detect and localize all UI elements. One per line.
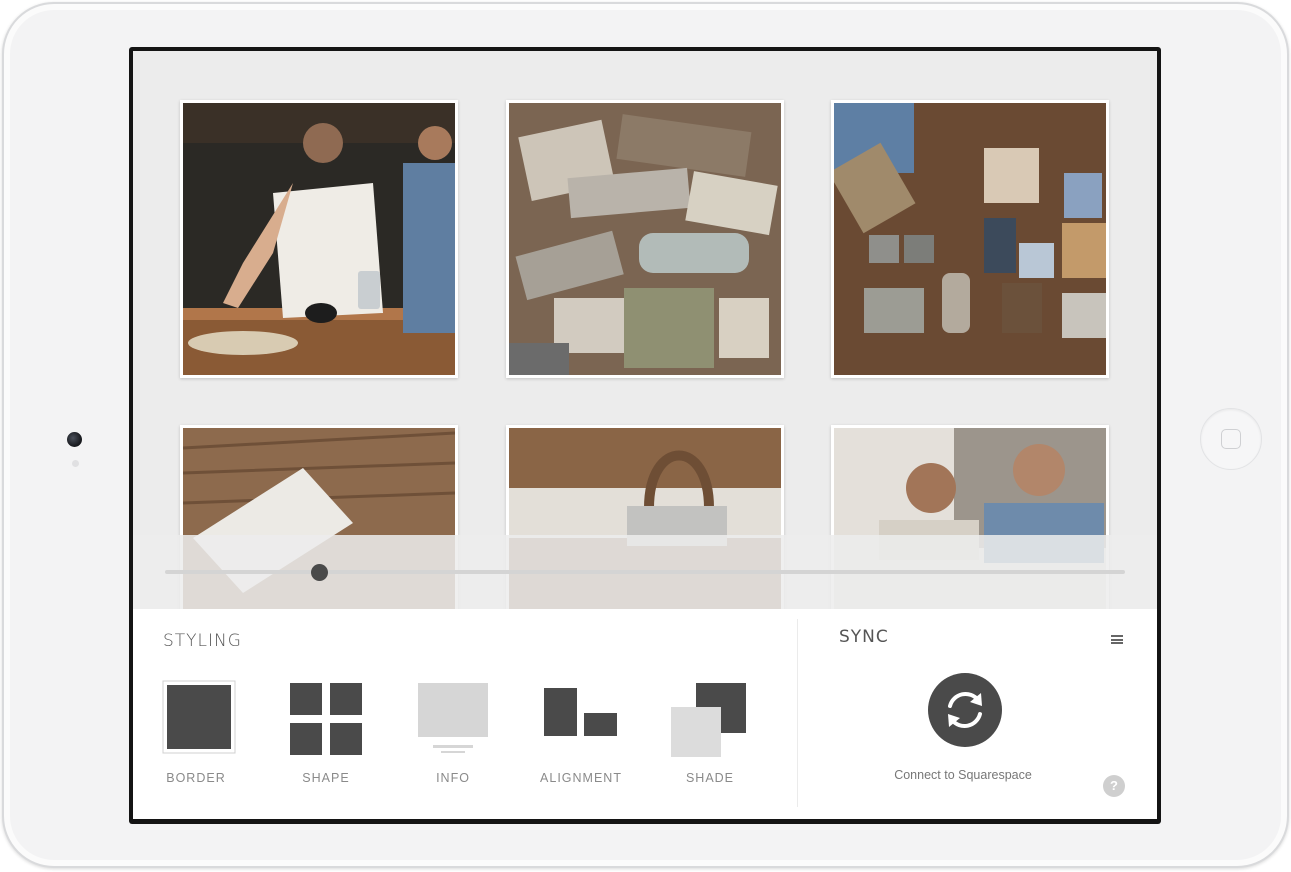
screen-bezel: STYLING BORDER SHAPE INFO ALIGNMENT SHAD… [129, 47, 1161, 824]
styling-option-label: SHADE [685, 771, 735, 785]
connect-squarespace-label[interactable]: Connect to Squarespace [873, 768, 1053, 782]
app-display: STYLING BORDER SHAPE INFO ALIGNMENT SHAD… [133, 51, 1157, 819]
photo-workbench-art [183, 103, 455, 375]
styling-title: STYLING [163, 631, 242, 651]
shape-grid-icon [290, 683, 362, 755]
styling-option-shade[interactable]: SHADE [660, 679, 760, 799]
gallery-photo-3[interactable] [831, 100, 1109, 378]
styling-option-label: ALIGNMENT [540, 771, 622, 785]
photo-samples-art [509, 103, 781, 375]
panel-divider [797, 619, 798, 807]
styling-option-info[interactable]: INFO [403, 679, 503, 799]
photo-thumbnail [509, 103, 781, 375]
border-icon [162, 680, 236, 754]
gallery-photo-1[interactable] [180, 100, 458, 378]
home-square-icon [1221, 429, 1241, 449]
sync-title: SYNC [839, 627, 889, 647]
gallery-photo-2[interactable] [506, 100, 784, 378]
photo-thumbnail [834, 103, 1106, 375]
help-icon[interactable]: ? [1103, 775, 1125, 797]
styling-option-shape[interactable]: SHAPE [276, 679, 376, 799]
styling-option-label: INFO [436, 771, 470, 785]
styling-option-label: BORDER [166, 771, 226, 785]
gallery-canvas [133, 51, 1157, 609]
sync-button[interactable] [928, 673, 1002, 747]
styling-option-label: SHAPE [302, 771, 350, 785]
menu-icon[interactable] [1111, 635, 1123, 644]
shade-icon [671, 683, 746, 757]
styling-option-border[interactable]: BORDER [146, 679, 246, 799]
camera-icon [67, 432, 82, 447]
alignment-icon [544, 688, 617, 736]
photo-thumbnail [183, 103, 455, 375]
home-button[interactable] [1200, 408, 1262, 470]
size-slider-thumb[interactable] [310, 564, 328, 581]
photo-tiles-art [834, 103, 1106, 375]
size-slider-track[interactable] [165, 570, 1125, 574]
sync-refresh-icon [948, 692, 982, 728]
bottom-panel: STYLING BORDER SHAPE INFO ALIGNMENT SHAD… [133, 609, 1157, 819]
sensor-dot [72, 460, 79, 467]
info-display-icon [418, 683, 488, 753]
styling-option-alignment[interactable]: ALIGNMENT [531, 679, 631, 799]
